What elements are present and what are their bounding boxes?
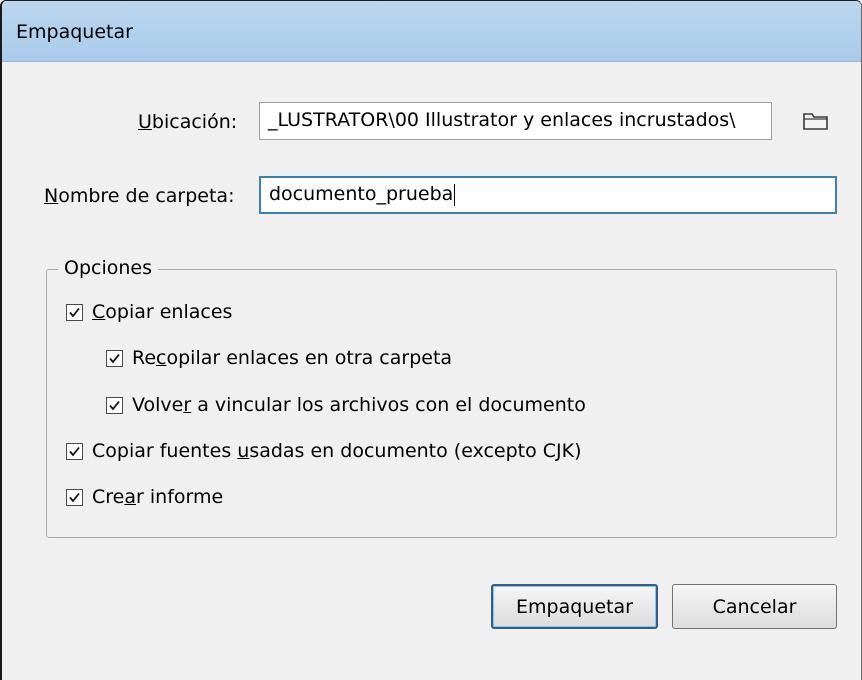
browse-folder-button[interactable] — [801, 108, 831, 134]
checkmark-icon — [69, 446, 80, 456]
folder-icon — [803, 113, 828, 130]
collect-links-checkbox[interactable] — [106, 349, 123, 367]
dialog-title: Empaquetar — [16, 21, 133, 43]
relink-files-option[interactable]: Volver a vincular los archivos con el do… — [106, 394, 586, 416]
cancel-button[interactable]: Cancelar — [672, 584, 837, 629]
title-bar[interactable]: Empaquetar — [2, 1, 861, 62]
text-caret — [454, 183, 456, 206]
copy-links-label: Copiar enlaces — [92, 301, 233, 323]
package-button[interactable]: Empaquetar — [491, 584, 658, 629]
folder-name-input[interactable]: documento_prueba — [259, 176, 837, 214]
package-dialog: Empaquetar Ubicación: _LUSTRATOR\00 Illu… — [0, 0, 862, 680]
relink-files-label: Volver a vincular los archivos con el do… — [132, 394, 586, 416]
copy-fonts-option[interactable]: Copiar fuentes usadas en documento (exce… — [66, 440, 582, 462]
checkmark-icon — [109, 400, 120, 410]
create-report-option[interactable]: Crear informe — [66, 486, 223, 508]
relink-files-checkbox[interactable] — [106, 396, 123, 414]
create-report-label: Crear informe — [92, 486, 224, 508]
copy-fonts-checkbox[interactable] — [66, 442, 83, 460]
copy-links-option[interactable]: Copiar enlaces — [66, 301, 232, 323]
location-value: _LUSTRATOR\00 Illustrator y enlaces incr… — [268, 109, 736, 131]
collect-links-option[interactable]: Recopilar enlaces en otra carpeta — [106, 347, 452, 369]
checkmark-icon — [69, 492, 80, 502]
checkmark-icon — [69, 307, 80, 317]
create-report-checkbox[interactable] — [66, 488, 83, 506]
location-field[interactable]: _LUSTRATOR\00 Illustrator y enlaces incr… — [259, 102, 772, 140]
collect-links-label: Recopilar enlaces en otra carpeta — [132, 347, 453, 369]
options-legend: Opciones — [58, 257, 158, 279]
copy-fonts-label: Copiar fuentes usadas en documento (exce… — [92, 440, 582, 462]
checkmark-icon — [109, 353, 120, 363]
location-label: Ubicación: — [138, 111, 238, 133]
folder-name-value: documento_prueba — [269, 183, 454, 205]
copy-links-checkbox[interactable] — [66, 303, 83, 321]
folder-name-label: Nombre de carpeta: — [44, 185, 235, 207]
